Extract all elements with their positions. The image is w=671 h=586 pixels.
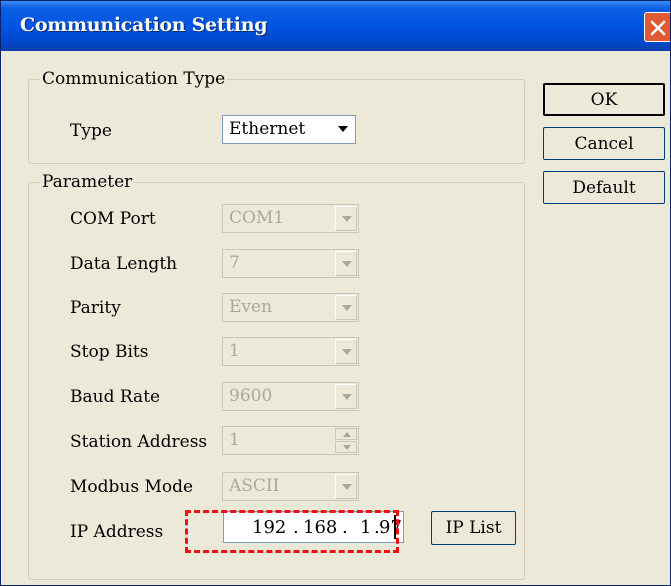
dialog-client-area: Communication Type Type Ethernet Paramet… (1, 51, 670, 585)
chevron-down-icon (342, 305, 352, 311)
close-button[interactable] (644, 12, 670, 42)
baud-rate-dropdown-button (335, 384, 357, 409)
stop-bits-dropdown-button (335, 339, 357, 364)
type-label: Type (70, 121, 112, 141)
baud-rate-select: 9600 (222, 382, 359, 411)
dialog-window: Communication Setting Communication Type… (0, 0, 671, 586)
modbus-mode-dropdown-button (335, 474, 357, 499)
chevron-down-icon (342, 394, 352, 400)
ip-dot: . (293, 517, 299, 538)
chevron-down-icon (338, 126, 348, 132)
ip-list-button[interactable]: IP List (431, 511, 516, 545)
data-length-dropdown-button (335, 251, 357, 276)
com-port-dropdown-button (335, 206, 357, 231)
window-title: Communication Setting (20, 14, 268, 36)
ip-address-input[interactable]: 192 . 168 . 1 . 97 (223, 511, 404, 543)
data-length-label: Data Length (70, 254, 178, 274)
parity-dropdown-button (335, 295, 357, 320)
type-dropdown-button[interactable] (332, 117, 354, 142)
stop-bits-select: 1 (222, 337, 359, 366)
chevron-down-icon (342, 261, 352, 267)
type-select[interactable]: Ethernet (222, 115, 356, 144)
parity-label: Parity (70, 298, 121, 318)
com-port-select: COM1 (222, 204, 359, 233)
parity-value: Even (229, 297, 273, 317)
data-length-select: 7 (222, 249, 359, 278)
ip-octet-2[interactable]: 168 (303, 517, 337, 538)
spin-up-button (335, 428, 357, 440)
modbus-mode-select: ASCII (222, 472, 359, 501)
communication-type-group-label: Communication Type (40, 69, 228, 89)
chevron-down-icon (342, 216, 352, 222)
chevron-down-icon (342, 484, 352, 490)
station-address-value: 1 (229, 430, 240, 450)
baud-rate-value: 9600 (229, 386, 273, 406)
title-bar[interactable]: Communication Setting (1, 1, 670, 51)
station-address-label: Station Address (70, 432, 208, 452)
text-caret (394, 515, 396, 539)
com-port-value: COM1 (229, 208, 285, 228)
com-port-label: COM Port (70, 209, 156, 229)
station-address-spinner: 1 (222, 426, 359, 455)
modbus-mode-value: ASCII (229, 476, 280, 496)
close-icon (650, 20, 666, 36)
spin-down-button (335, 441, 357, 453)
ip-address-label: IP Address (70, 522, 164, 542)
parameter-group-label: Parameter (40, 172, 135, 192)
chevron-down-icon (343, 445, 351, 450)
default-button[interactable]: Default (543, 171, 665, 204)
ok-button[interactable]: OK (543, 83, 665, 116)
station-address-spin-buttons (335, 428, 357, 453)
ip-octet-4[interactable]: 97 (379, 517, 402, 538)
stop-bits-label: Stop Bits (70, 342, 149, 362)
cancel-button[interactable]: Cancel (543, 127, 665, 160)
modbus-mode-label: Modbus Mode (70, 477, 194, 497)
stop-bits-value: 1 (229, 341, 240, 361)
baud-rate-label: Baud Rate (70, 387, 161, 407)
data-length-value: 7 (229, 253, 240, 273)
ip-octet-3[interactable]: 1 (360, 517, 371, 538)
chevron-up-icon (343, 432, 351, 437)
parity-select: Even (222, 293, 359, 322)
ip-octet-1[interactable]: 192 (252, 517, 286, 538)
type-select-value: Ethernet (229, 119, 306, 139)
chevron-down-icon (342, 349, 352, 355)
ip-dot: . (342, 517, 348, 538)
